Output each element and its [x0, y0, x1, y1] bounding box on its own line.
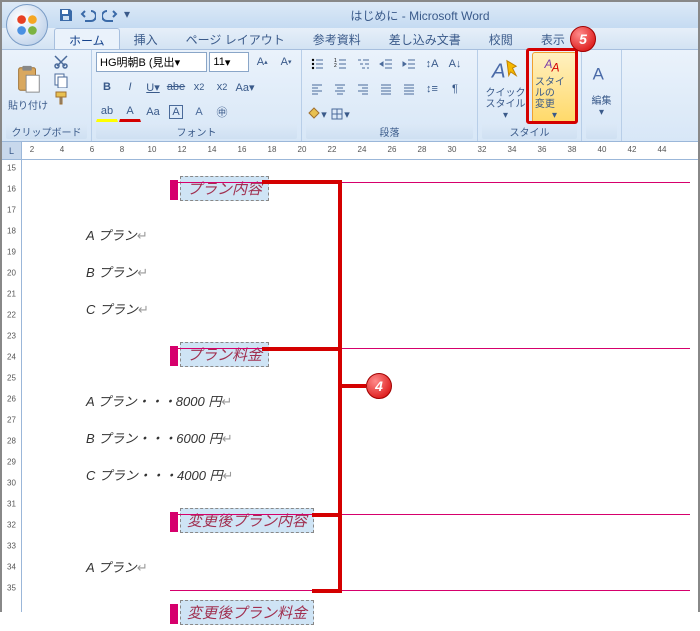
- ribbon: 貼り付け クリップボード HG明朝B (見出▾ 11▾ A▴ A▾ B I U▾…: [2, 50, 698, 142]
- body-line: A プラン・・・8000 円↵: [86, 391, 698, 410]
- quick-styles-label: クイック スタイル: [485, 88, 525, 110]
- show-marks-icon[interactable]: ¶: [444, 79, 466, 99]
- svg-text:2: 2: [334, 63, 337, 69]
- char-border-icon[interactable]: A: [188, 102, 210, 122]
- numbering-icon[interactable]: 12: [329, 54, 351, 74]
- heading-rule: [170, 514, 690, 515]
- office-button[interactable]: [6, 4, 48, 46]
- tab-references[interactable]: 参考資料: [299, 28, 375, 49]
- align-center-icon[interactable]: [329, 79, 351, 99]
- line-spacing-icon[interactable]: ↕≡: [421, 79, 443, 99]
- justify-icon[interactable]: [375, 79, 397, 99]
- char-scaling-icon[interactable]: A: [165, 102, 187, 122]
- cut-icon[interactable]: [53, 54, 69, 70]
- borders-icon[interactable]: ▾: [329, 104, 351, 124]
- group-paragraph: 12 ↕A A↓ ↕≡ ¶ ▾ ▾ 段落: [302, 50, 478, 141]
- font-name-combo[interactable]: HG明朝B (見出▾: [96, 52, 207, 72]
- change-case-icon[interactable]: Aa: [142, 102, 164, 122]
- highlight-color-icon[interactable]: ab: [96, 102, 118, 122]
- undo-icon[interactable]: [80, 7, 96, 23]
- document-area: 1516171819202122232425262728293031323334…: [2, 160, 698, 612]
- save-icon[interactable]: [58, 7, 74, 23]
- heading-3: 変更後プラン内容: [180, 508, 314, 533]
- callout-connector: [262, 180, 342, 184]
- heading-rule: [170, 348, 690, 349]
- increase-indent-icon[interactable]: [398, 54, 420, 74]
- tab-mailings[interactable]: 差し込み文書: [375, 28, 475, 49]
- qat-dropdown-icon[interactable]: ▾: [124, 7, 140, 23]
- document-page[interactable]: プラン内容 A プラン↵ B プラン↵ C プラン↵ プラン料金 A プラン・・…: [22, 160, 698, 612]
- body-line: B プラン・・・6000 円↵: [86, 428, 698, 447]
- body-line: C プラン・・・4000 円↵: [86, 465, 698, 484]
- copy-icon[interactable]: [53, 72, 69, 88]
- body-line: A プラン↵: [86, 557, 698, 576]
- group-label-font: フォント: [96, 124, 297, 139]
- bullets-icon[interactable]: [306, 54, 328, 74]
- callout-4-number: 4: [366, 373, 392, 399]
- vertical-ruler[interactable]: 1516171819202122232425262728293031323334…: [2, 160, 22, 612]
- font-size-combo[interactable]: 11▾: [209, 52, 249, 72]
- window-title: はじめに - Microsoft Word: [148, 7, 692, 24]
- quick-styles-button[interactable]: A クイック スタイル▾: [482, 52, 529, 124]
- superscript-button[interactable]: x2: [211, 77, 233, 97]
- multilevel-list-icon[interactable]: [352, 54, 374, 74]
- tab-home[interactable]: ホーム: [54, 28, 120, 49]
- ruler-row: L 24681012141618202224262830323436384042…: [2, 142, 698, 160]
- callout-connector: [262, 347, 342, 351]
- heading-2: プラン料金: [180, 342, 269, 367]
- body-line: A プラン↵: [86, 225, 698, 244]
- bold-button[interactable]: B: [96, 77, 118, 97]
- paste-button[interactable]: 貼り付け: [6, 52, 50, 124]
- sort-icon[interactable]: A↓: [444, 54, 466, 74]
- callout-5-number: 5: [570, 26, 596, 52]
- horizontal-ruler[interactable]: 2468101214161820222426283032343638404244: [22, 142, 698, 159]
- svg-text:A: A: [592, 64, 604, 83]
- group-label-styles: スタイル: [482, 124, 577, 139]
- italic-button[interactable]: I: [119, 77, 141, 97]
- align-left-icon[interactable]: [306, 79, 328, 99]
- distributed-icon[interactable]: [398, 79, 420, 99]
- svg-text:A: A: [490, 60, 506, 83]
- tab-pagelayout[interactable]: ページ レイアウト: [172, 28, 299, 49]
- heading-accent-bar: [170, 604, 178, 624]
- heading-1: プラン内容: [180, 176, 269, 201]
- ruler-corner[interactable]: L: [2, 142, 22, 159]
- quick-access-toolbar: ▾: [58, 7, 140, 23]
- align-right-icon[interactable]: [352, 79, 374, 99]
- callout-box-5: [526, 48, 578, 124]
- grow-font-icon[interactable]: A▴: [251, 52, 273, 72]
- tab-review[interactable]: 校閲: [475, 28, 527, 49]
- group-font: HG明朝B (見出▾ 11▾ A▴ A▾ B I U▾ abe x2 x2 Aa…: [92, 50, 302, 141]
- font-color-icon[interactable]: A: [119, 102, 141, 122]
- group-editing: A 編集▾: [582, 50, 622, 141]
- tab-insert[interactable]: 挿入: [120, 28, 172, 49]
- body-line: B プラン↵: [86, 262, 698, 281]
- redo-icon[interactable]: [102, 7, 118, 23]
- heading-rule: [170, 590, 690, 591]
- group-label-clipboard: クリップボード: [6, 124, 87, 139]
- heading-rule: [170, 182, 690, 183]
- group-styles: A クイック スタイル▾ AA スタイルの 変更▾ スタイル: [478, 50, 582, 141]
- paste-label: 貼り付け: [8, 97, 48, 112]
- editing-button[interactable]: A 編集▾: [586, 52, 617, 124]
- underline-button[interactable]: U▾: [142, 77, 164, 97]
- phonetic-guide-icon[interactable]: Aa▾: [234, 77, 256, 97]
- body-line: C プラン↵: [86, 299, 698, 318]
- text-direction-icon[interactable]: ↕A: [421, 54, 443, 74]
- format-painter-icon[interactable]: [53, 90, 69, 106]
- subscript-button[interactable]: x2: [188, 77, 210, 97]
- strikethrough-button[interactable]: abe: [165, 77, 187, 97]
- shading-icon[interactable]: ▾: [306, 104, 328, 124]
- callout-4: 4: [366, 373, 392, 399]
- callout-5: 5: [570, 26, 596, 52]
- group-clipboard: 貼り付け クリップボード: [2, 50, 92, 141]
- editing-label: 編集: [592, 92, 612, 107]
- shrink-font-icon[interactable]: A▾: [275, 52, 297, 72]
- callout-connector: [342, 384, 366, 388]
- heading-4: 変更後プラン料金: [180, 600, 314, 625]
- title-bar: ▾ はじめに - Microsoft Word: [2, 2, 698, 28]
- decrease-indent-icon[interactable]: [375, 54, 397, 74]
- enclose-char-icon[interactable]: ㊥: [211, 102, 233, 122]
- group-label-paragraph: 段落: [306, 124, 473, 139]
